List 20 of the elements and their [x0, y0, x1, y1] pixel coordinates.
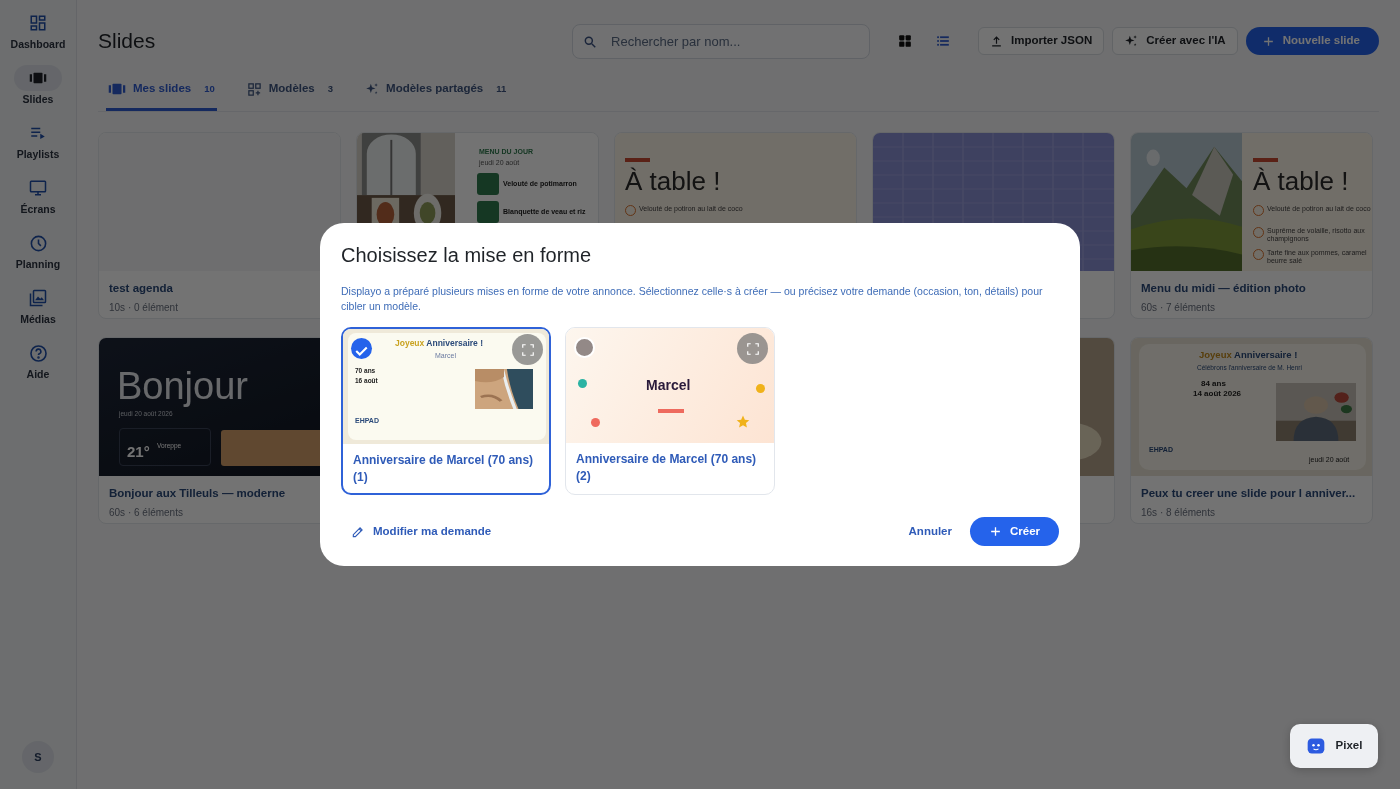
- slide-heading: À table !: [625, 167, 721, 196]
- slide-meta: 60s · 6 éléments: [109, 506, 184, 521]
- slide-name: Marcel: [646, 378, 691, 394]
- slide-heading: Joyeux Anniversaire !: [395, 339, 484, 349]
- slide-title: Menu du midi — édition photo: [1141, 281, 1307, 296]
- dialog-title: Choisissez la mise en forme: [341, 242, 593, 267]
- slide-title: test agenda: [109, 281, 174, 296]
- slide-heading: Bonjour: [117, 366, 248, 408]
- slide-meta: 60s · 7 éléments: [1141, 301, 1216, 316]
- slide-heading: Joyeux Anniversaire !: [1199, 350, 1298, 361]
- page-title: Slides: [98, 28, 156, 54]
- slide-date: 14 août 2026: [1193, 390, 1242, 399]
- slide-meta: 10s · 0 élément: [109, 301, 179, 316]
- slide-title: Peux tu creer une slide pour l anniver...: [1141, 486, 1357, 501]
- slide-meta: 16s · 8 éléments: [1141, 506, 1216, 521]
- temperature: 21°: [127, 444, 150, 461]
- slide-heading: À table !: [1253, 167, 1349, 196]
- slide-title: Bonjour aux Tilleuls — moderne: [109, 486, 287, 501]
- age: 84 ans: [1201, 380, 1226, 389]
- dialog-description: Displayo a préparé plusieurs mises en forme de votre annonce. Sélectionnez celle·s à créer — ou précisez votre demande (occasion, ton, détails) pour cibler un modèle.: [341, 283, 1044, 314]
